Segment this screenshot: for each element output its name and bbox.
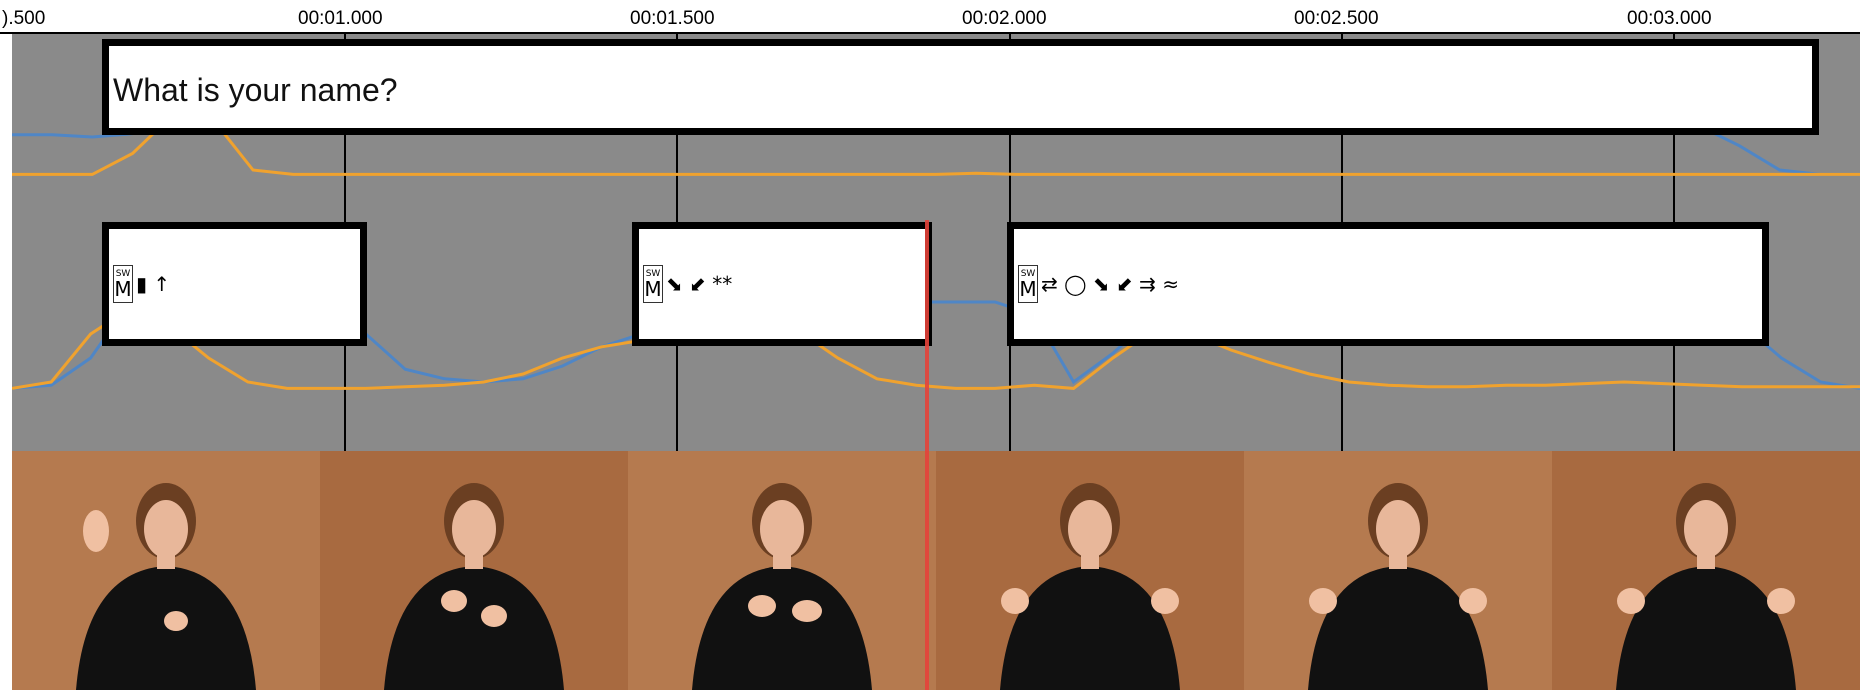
video-frame-6 [1552, 451, 1860, 690]
video-frame-1 [12, 451, 320, 690]
sentence-segment[interactable]: What is your name? [102, 39, 1819, 135]
signer-image [628, 451, 936, 690]
timeline-ruler[interactable]: ).500 00:01.000 00:01.500 00:02.000 00:0… [0, 0, 1860, 34]
signwriting-glyphs: SW M ⇄ ◯ ⬊ ⬋ ⇉ ≈ [1018, 265, 1179, 303]
ruler-tick-label: 00:01.500 [630, 8, 715, 29]
sign-segment[interactable]: SW M ⬊ ⬋ ** [632, 222, 932, 346]
ruler-tick-label: 00:02.000 [962, 8, 1047, 29]
signer-image [1552, 451, 1860, 690]
video-frame-4 [936, 451, 1244, 690]
video-frame-5 [1244, 451, 1552, 690]
signwriting-glyphs: SW M ▮ ↑ [113, 265, 170, 303]
signer-image [936, 451, 1244, 690]
ruler-tick-label: ).500 [2, 8, 46, 29]
signwriting-symbols: ⇄ ◯ ⬊ ⬋ ⇉ ≈ [1041, 272, 1179, 296]
signwriting-prefix: SW M [113, 265, 133, 303]
signwriting-symbols: ⬊ ⬋ ** [666, 272, 733, 296]
sentence-text: What is your name? [113, 72, 398, 108]
sign-segment[interactable]: SW M ⇄ ◯ ⬊ ⬋ ⇉ ≈ [1007, 222, 1769, 346]
annotation-tracks[interactable]: What is your name? SW M ▮ ↑ SW M ⬊ ⬋ ** SW… [12, 34, 1860, 451]
signwriting-symbols: ▮ ↑ [136, 272, 171, 296]
signer-image [320, 451, 628, 690]
ruler-tick-label: 00:01.000 [298, 8, 383, 29]
video-frame-2 [320, 451, 628, 690]
signer-image [1244, 451, 1552, 690]
signwriting-prefix: SW M [1018, 265, 1038, 303]
sign-segment[interactable]: SW M ▮ ↑ [102, 222, 367, 346]
signwriting-prefix: SW M [643, 265, 663, 303]
video-filmstrip[interactable] [12, 451, 1860, 690]
playhead-cursor[interactable] [925, 220, 929, 690]
ruler-tick-label: 00:03.000 [1627, 8, 1712, 29]
signer-image [12, 451, 320, 690]
ruler-tick-label: 00:02.500 [1294, 8, 1379, 29]
signwriting-glyphs: SW M ⬊ ⬋ ** [643, 265, 732, 303]
video-frame-3 [628, 451, 936, 690]
